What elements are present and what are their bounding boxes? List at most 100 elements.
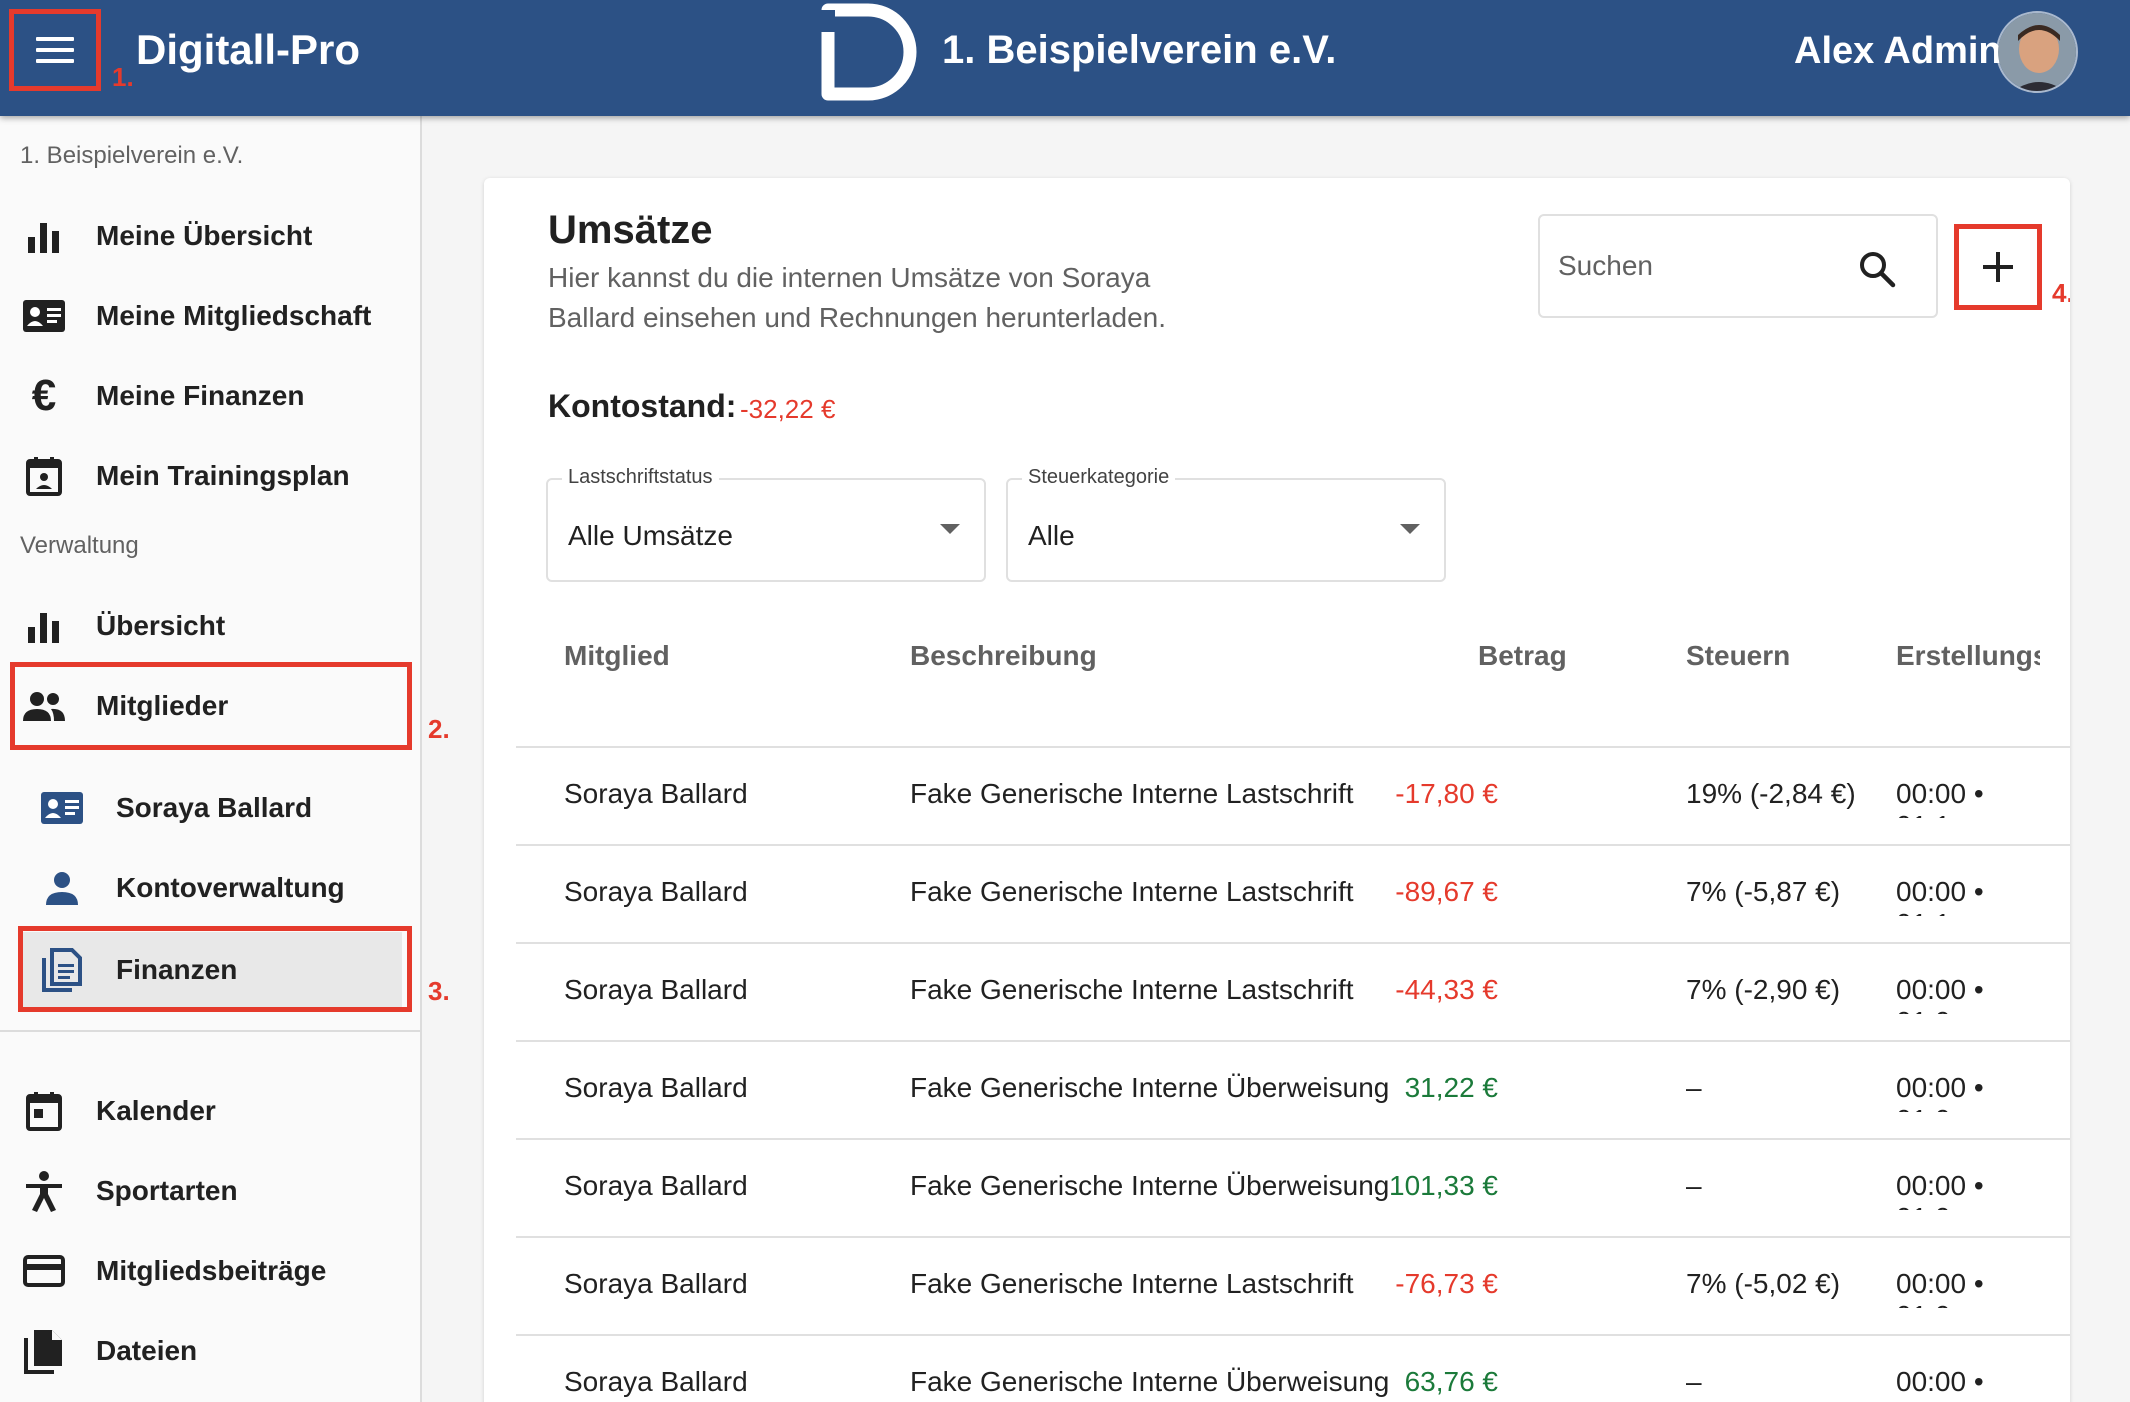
cell-description: Fake Generische Interne Lastschrift	[910, 876, 1354, 907]
cell-member: Soraya Ballard	[564, 876, 748, 907]
cell-description: Fake Generische Interne Lastschrift	[910, 1268, 1354, 1299]
sidebar-item-label: Kalender	[96, 1095, 216, 1126]
dropdown-arrow-icon	[1400, 524, 1420, 534]
sidebar-item-meine-uebersicht[interactable]: Meine Übersicht	[0, 196, 420, 276]
credit-card-icon	[22, 1249, 66, 1293]
cell-amount: -17,80 €	[1395, 778, 1498, 809]
column-header-beschreibung[interactable]: Beschreibung	[910, 640, 1097, 672]
balance-label: Kontostand:	[548, 388, 737, 424]
cell-tax: 7% (-2,90 €)	[1686, 974, 1841, 1005]
sidebar-divider	[0, 1030, 422, 1032]
dropdown-arrow-icon	[940, 524, 960, 534]
search-field[interactable]	[1538, 214, 1938, 318]
cell-tax: 7% (-5,02 €)	[1686, 1268, 1841, 1299]
cell-date: 00:00 • 01.0	[1896, 1366, 1984, 1402]
cell-member: Soraya Ballard	[564, 1366, 748, 1397]
cell-description: Fake Generische Interne Lastschrift	[910, 778, 1354, 809]
cell-amount: 101,33 €	[1389, 1170, 1498, 1201]
sidebar-item-sportarten[interactable]: Sportarten	[0, 1151, 420, 1231]
sidebar-item-label: Meine Mitgliedschaft	[96, 300, 372, 331]
bar-chart-icon	[22, 604, 66, 648]
cell-tax: –	[1686, 1072, 1702, 1103]
cell-date: 00:00 • 01.0	[1896, 1072, 1984, 1112]
sidebar-org-label: 1. Beispielverein e.V.	[20, 142, 244, 169]
cell-member: Soraya Ballard	[564, 778, 748, 809]
select-legend: Lastschriftstatus	[562, 466, 719, 489]
cell-date: 00:00 • 01.0	[1896, 974, 1984, 1014]
table-row[interactable]: Soraya Ballard Fake Generische Interne Ü…	[516, 1042, 2070, 1138]
cell-tax: 19% (-2,84 €)	[1686, 778, 1856, 809]
sidebar-item-label: Dateien	[96, 1335, 198, 1366]
top-app-bar: 1. Digitall-Pro 1. Beispielverein e.V. A…	[0, 0, 2130, 116]
calendar-person-icon	[22, 454, 66, 498]
column-header-steuern[interactable]: Steuern	[1686, 640, 1790, 672]
sidebar-item-mitgliedsbeitraege[interactable]: Mitgliedsbeiträge	[0, 1231, 420, 1311]
sidebar-section-verwaltung: Verwaltung	[20, 532, 139, 559]
cell-member: Soraya Ballard	[564, 1170, 748, 1201]
cell-member: Soraya Ballard	[564, 1268, 748, 1299]
table-row[interactable]: Soraya Ballard Fake Generische Interne L…	[516, 748, 2070, 844]
table-row[interactable]: Soraya Ballard Fake Generische Interne L…	[516, 1238, 2070, 1334]
user-name[interactable]: Alex Admin	[1794, 30, 2002, 73]
cell-date: 00:00 • 01.1	[1896, 778, 1984, 818]
org-title: 1. Beispielverein e.V.	[942, 28, 1337, 72]
highlight-box-mitglieder	[10, 662, 412, 750]
plus-icon	[1983, 252, 2013, 282]
cell-amount: -44,33 €	[1395, 974, 1498, 1005]
select-value: Alle Umsätze	[568, 520, 733, 551]
cell-tax: 7% (-5,87 €)	[1686, 876, 1841, 907]
sidebar-item-kalender[interactable]: Kalender	[0, 1071, 420, 1151]
sidebar-item-dateien[interactable]: Dateien	[0, 1311, 420, 1391]
sidebar-item-label: Mitgliedsbeiträge	[96, 1255, 327, 1286]
sidebar-item-soraya-ballard[interactable]: Soraya Ballard	[0, 768, 420, 848]
cell-member: Soraya Ballard	[564, 974, 748, 1005]
add-transaction-button[interactable]	[1954, 224, 2042, 310]
sidebar-item-label: Soraya Ballard	[116, 792, 313, 823]
menu-button[interactable]	[9, 9, 101, 91]
sidebar-item-kontoverwaltung[interactable]: Kontoverwaltung	[0, 848, 420, 928]
select-value: Alle	[1028, 520, 1075, 551]
steuerkategorie-select[interactable]: Steuerkategorie Alle	[1006, 466, 1446, 582]
step-marker-4: 4.	[2052, 278, 2070, 308]
sidebar-item-uebersicht[interactable]: Übersicht	[0, 586, 420, 666]
club-logo-icon	[821, 3, 917, 101]
id-card-icon	[40, 786, 84, 830]
step-marker-2: 2.	[428, 714, 450, 744]
step-marker-1: 1.	[112, 62, 134, 92]
cell-amount: -89,67 €	[1395, 876, 1498, 907]
search-icon[interactable]	[1858, 250, 1896, 288]
lastschriftstatus-select[interactable]: Lastschriftstatus Alle Umsätze	[546, 466, 986, 582]
sidebar-item-label: Übersicht	[96, 610, 226, 641]
app-title: Digitall-Pro	[136, 26, 361, 73]
sidebar-item-label: Kontoverwaltung	[116, 872, 345, 903]
sidebar: 1. Beispielverein e.V. Meine Übersicht M…	[0, 116, 450, 1402]
column-header-betrag[interactable]: Betrag	[1478, 640, 1567, 672]
select-legend: Steuerkategorie	[1022, 466, 1176, 489]
cell-member: Soraya Ballard	[564, 1072, 748, 1103]
sidebar-item-meine-finanzen[interactable]: € Meine Finanzen	[0, 356, 420, 436]
cell-tax: –	[1686, 1366, 1702, 1397]
column-header-mitglied[interactable]: Mitglied	[564, 640, 670, 672]
page-description: Hier kannst du die internen Umsätze von …	[548, 262, 1167, 333]
page-title: Umsätze	[548, 208, 713, 252]
sport-icon	[22, 1169, 66, 1213]
table-row[interactable]: Soraya Ballard Fake Generische Interne Ü…	[516, 1140, 2070, 1236]
cell-amount: 31,22 €	[1404, 1072, 1498, 1103]
search-input[interactable]	[1558, 244, 1858, 288]
hamburger-icon	[36, 37, 74, 63]
table-row[interactable]: Soraya Ballard Fake Generische Interne Ü…	[516, 1336, 2070, 1402]
cell-date: 00:00 • 01.0	[1896, 1170, 1984, 1210]
transactions-card: Umsätze Hier kannst du die internen Umsä…	[484, 178, 2070, 1402]
table-row[interactable]: Soraya Ballard Fake Generische Interne L…	[516, 944, 2070, 1040]
avatar[interactable]	[1996, 11, 2078, 93]
sidebar-item-label: Meine Übersicht	[96, 220, 313, 251]
cell-date: 00:00 • 01.1	[1896, 876, 1984, 916]
calendar-icon	[22, 1089, 66, 1133]
table-row[interactable]: Soraya Ballard Fake Generische Interne L…	[516, 846, 2070, 942]
sidebar-item-mein-trainingsplan[interactable]: Mein Trainingsplan	[0, 436, 420, 516]
balance-value: -32,22 €	[740, 394, 836, 424]
id-card-icon	[22, 294, 66, 338]
sidebar-item-meine-mitgliedschaft[interactable]: Meine Mitgliedschaft	[0, 276, 420, 356]
cell-description: Fake Generische Interne Lastschrift	[910, 974, 1354, 1005]
column-header-erstellungsdatum[interactable]: Erstellungs	[1896, 640, 2040, 672]
